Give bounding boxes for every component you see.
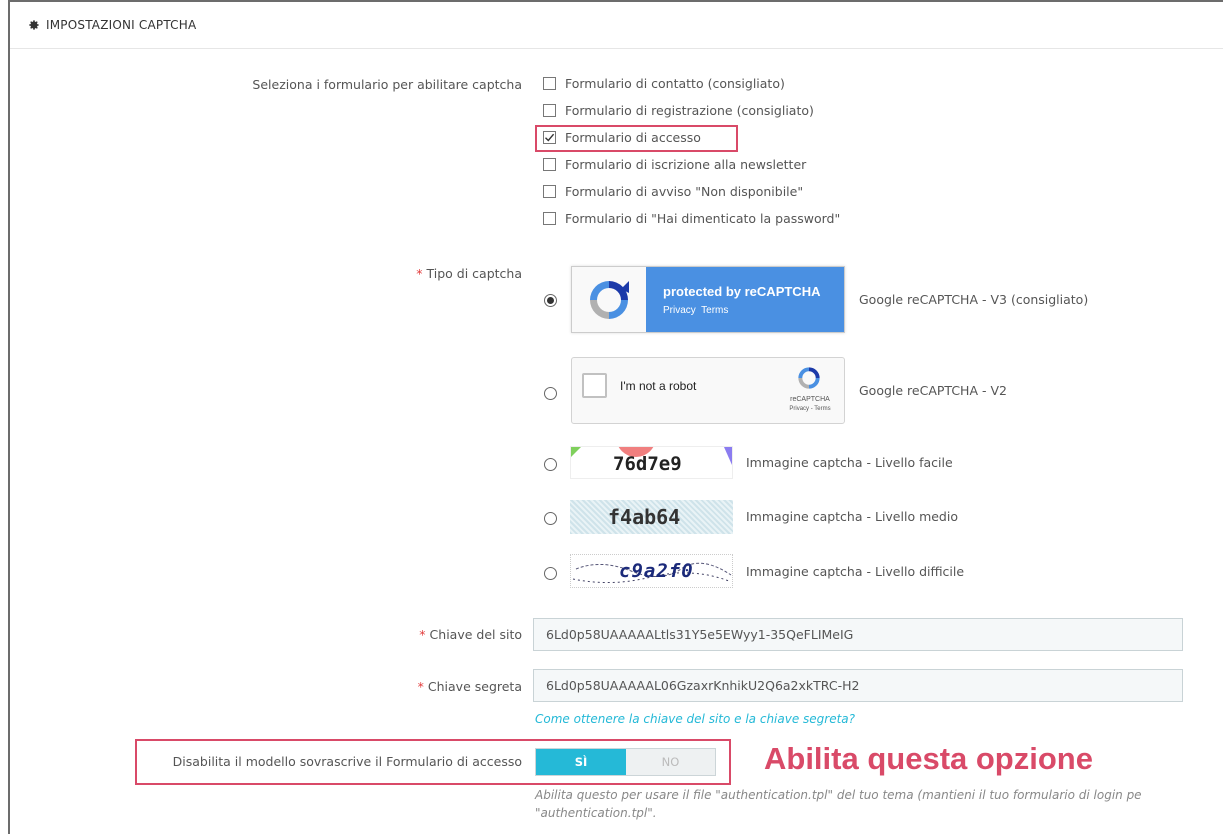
captcha-code-easy: 76d7e9	[613, 453, 682, 475]
recaptcha-v3-badge: protected by reCAPTCHA Privacy Terms	[571, 266, 845, 333]
captcha-option-label-v3: Google reCAPTCHA - V3 (consigliato)	[859, 292, 1089, 307]
checkbox[interactable]	[543, 77, 556, 90]
form-option-label: Formulario di "Hai dimenticato la passwo…	[565, 211, 841, 226]
checkbox[interactable]	[543, 212, 556, 225]
form-option-label: Formulario di iscrizione alla newsletter	[565, 157, 807, 172]
captcha-type-text: Tipo di captcha	[426, 266, 522, 281]
checkbox[interactable]	[543, 104, 556, 117]
radio-dot	[547, 297, 554, 304]
recaptcha-v2-label: I'm not a robot	[620, 379, 697, 393]
form-option-forgot-password[interactable]: Formulario di "Hai dimenticato la passwo…	[543, 205, 840, 232]
corner-decoration	[571, 447, 581, 457]
panel-header: IMPOSTAZIONI CAPTCHA	[10, 2, 1223, 49]
override-help-line-1: Abilita questo per usare il file "authen…	[535, 788, 1142, 802]
captcha-code-hard: c9a2f0	[619, 560, 694, 582]
captcha-type-label: * Tipo di captcha	[300, 266, 522, 281]
secret-key-input[interactable]: 6Ld0p58UAAAAAL06GzaxrKnhikU2Q6a2xkTRC-H2	[533, 669, 1183, 702]
recaptcha-v2-brand: reCAPTCHA	[790, 396, 830, 403]
site-key-text: Chiave del sito	[429, 627, 522, 642]
recaptcha-v2-checkbox[interactable]	[582, 373, 607, 398]
captcha-option-label-hard: Immagine captcha - Livello difficile	[746, 564, 965, 579]
recaptcha-v3-text-box: protected by reCAPTCHA Privacy Terms	[646, 267, 844, 332]
captcha-image-easy: 76d7e9	[570, 446, 733, 479]
highlight-box-login	[535, 125, 738, 152]
site-key-input[interactable]: 6Ld0p58UAAAAALtls31Y5e5EWyy1-35QeFLIMeIG	[533, 618, 1183, 651]
required-mark: *	[416, 266, 423, 281]
recaptcha-v2-links[interactable]: Privacy - Terms	[772, 406, 848, 412]
radio-recaptcha-v2[interactable]	[544, 387, 557, 400]
radio-image-medium[interactable]	[544, 512, 557, 525]
recaptcha-logo-box	[572, 267, 646, 332]
corner-decoration	[724, 447, 732, 465]
toggle-yes[interactable]: SÌ	[536, 749, 626, 775]
secret-key-label: * Chiave segreta	[300, 679, 522, 694]
recaptcha-logo-icon	[590, 280, 629, 319]
override-toggle[interactable]: SÌ NO	[535, 748, 716, 776]
recaptcha-small-logo-icon	[798, 367, 820, 389]
form-option-label: Formulario di registrazione (consigliato…	[565, 103, 814, 118]
required-mark: *	[419, 627, 426, 642]
form-option-contact[interactable]: Formulario di contatto (consigliato)	[543, 70, 840, 97]
site-key-label: * Chiave del sito	[300, 627, 522, 642]
checkbox[interactable]	[543, 185, 556, 198]
override-label: Disabilita il modello sovrascrive il For…	[172, 754, 522, 769]
recaptcha-v2-widget: I'm not a robot reCAPTCHA Privacy - Term…	[571, 357, 845, 424]
form-option-label: Formulario di contatto (consigliato)	[565, 76, 785, 91]
form-option-registration[interactable]: Formulario di registrazione (consigliato…	[543, 97, 840, 124]
radio-image-easy[interactable]	[544, 458, 557, 471]
checkbox[interactable]	[543, 158, 556, 171]
panel-title: IMPOSTAZIONI CAPTCHA	[46, 18, 197, 32]
radio-image-hard[interactable]	[544, 567, 557, 580]
secret-key-text: Chiave segreta	[427, 679, 522, 694]
form-option-label: Formulario di avviso "Non disponibile"	[565, 184, 804, 199]
form-option-newsletter[interactable]: Formulario di iscrizione alla newsletter	[543, 151, 840, 178]
keys-help-link[interactable]: Come ottenere la chiave del sito e la ch…	[535, 712, 855, 726]
toggle-no[interactable]: NO	[626, 749, 715, 775]
forms-label: Seleziona i formulario per abilitare cap…	[252, 77, 522, 92]
captcha-option-label-v2: Google reCAPTCHA - V2	[859, 383, 1007, 398]
captcha-image-hard: c9a2f0	[570, 554, 733, 588]
captcha-code-medium: f4ab64	[608, 505, 681, 529]
captcha-option-label-easy: Immagine captcha - Livello facile	[746, 455, 953, 470]
recaptcha-v3-title: protected by reCAPTCHA	[663, 283, 821, 299]
form-option-out-of-stock[interactable]: Formulario di avviso "Non disponibile"	[543, 178, 840, 205]
annotation-text: Abilita questa opzione	[764, 741, 1093, 776]
radio-recaptcha-v3[interactable]	[544, 294, 557, 307]
captcha-option-label-medium: Immagine captcha - Livello medio	[746, 509, 958, 524]
override-help-line-2: "authentication.tpl".	[535, 806, 657, 820]
recaptcha-v3-links[interactable]: Privacy Terms	[663, 305, 844, 316]
gear-icon	[29, 20, 39, 30]
captcha-image-medium: f4ab64	[570, 500, 733, 534]
required-mark: *	[417, 679, 424, 694]
